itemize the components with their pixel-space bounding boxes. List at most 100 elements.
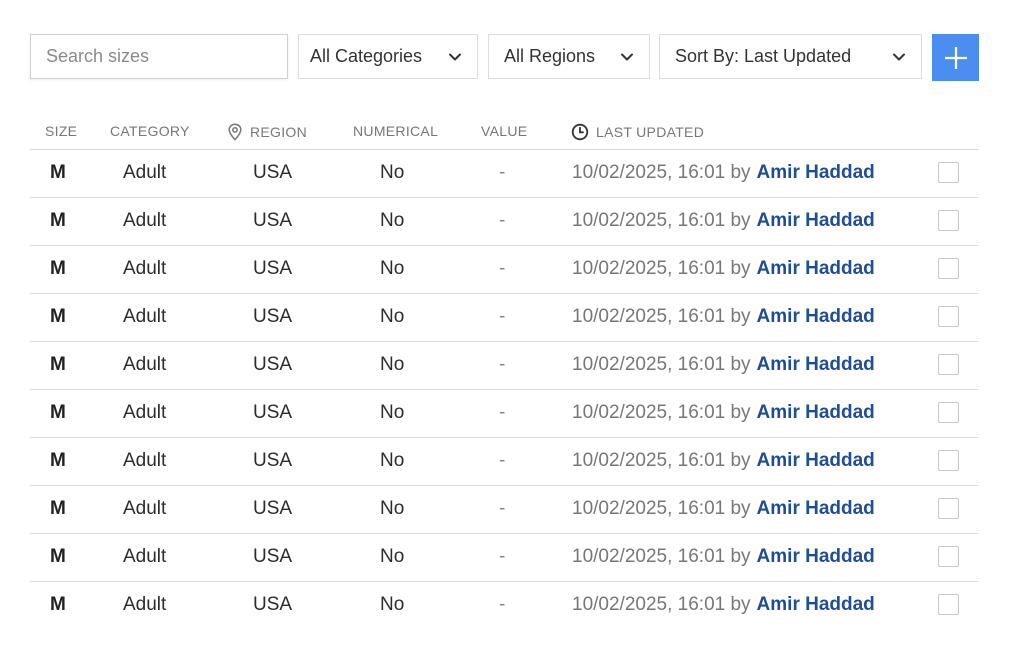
row-checkbox[interactable] — [938, 498, 959, 519]
updated-by-user-link[interactable]: Amir Haddad — [757, 450, 875, 471]
add-size-button[interactable] — [932, 34, 979, 81]
category-cell: Adult — [123, 258, 167, 279]
category-cell: Adult — [123, 498, 167, 519]
header-last-updated[interactable]: LAST UPDATED — [571, 123, 704, 141]
header-region-label: REGION — [250, 124, 308, 140]
size-cell: M — [50, 402, 66, 423]
row-checkbox[interactable] — [938, 258, 959, 279]
region-cell: USA — [253, 306, 293, 327]
region-cell: USA — [253, 162, 293, 183]
value-cell: - — [499, 210, 506, 231]
table-row[interactable]: M Adult USA No - 10/02/2025, 16:01 by Ami… — [30, 246, 979, 294]
size-cell: M — [50, 498, 66, 519]
table-row[interactable]: M Adult USA No - 10/02/2025, 16:01 by Ami… — [30, 342, 979, 390]
region-cell: USA — [253, 594, 293, 615]
region-cell: USA — [253, 450, 293, 471]
last-updated-cell: 10/02/2025, 16:01 by Amir Haddad — [572, 162, 875, 184]
table-row[interactable]: M Adult USA No - 10/02/2025, 16:01 by Ami… — [30, 486, 979, 534]
updated-by-user-link[interactable]: Amir Haddad — [757, 594, 875, 615]
numerical-cell: No — [380, 162, 405, 183]
row-checkbox[interactable] — [938, 402, 959, 423]
updated-by-user-link[interactable]: Amir Haddad — [757, 210, 875, 231]
updated-timestamp: 10/02/2025, 16:01 by — [572, 594, 751, 615]
numerical-cell: No — [380, 546, 405, 567]
table-row[interactable]: M Adult USA No - 10/02/2025, 16:01 by Ami… — [30, 198, 979, 246]
value-cell: - — [499, 450, 506, 471]
search-input[interactable] — [31, 34, 280, 79]
table-row[interactable]: M Adult USA No - 10/02/2025, 16:01 by Ami… — [30, 582, 979, 629]
updated-by-user-link[interactable]: Amir Haddad — [757, 162, 875, 183]
updated-by-user-link[interactable]: Amir Haddad — [757, 546, 875, 567]
category-cell: Adult — [123, 546, 167, 567]
header-value[interactable]: VALUE — [481, 123, 527, 139]
row-checkbox[interactable] — [938, 546, 959, 567]
category-cell: Adult — [123, 594, 167, 615]
row-checkbox[interactable] — [938, 162, 959, 183]
header-region[interactable]: REGION — [227, 123, 307, 141]
table-body: M Adult USA No - 10/02/2025, 16:01 by Ami… — [30, 150, 979, 629]
table-header: SIZE CATEGORY REGION NUMERICAL VALUE LAS… — [30, 112, 979, 150]
updated-timestamp: 10/02/2025, 16:01 by — [572, 450, 751, 471]
header-last-updated-label: LAST UPDATED — [596, 124, 705, 140]
header-size[interactable]: SIZE — [45, 123, 77, 139]
updated-by-user-link[interactable]: Amir Haddad — [757, 306, 875, 327]
updated-timestamp: 10/02/2025, 16:01 by — [572, 258, 751, 279]
table-row[interactable]: M Adult USA No - 10/02/2025, 16:01 by Ami… — [30, 534, 979, 582]
row-checkbox[interactable] — [938, 354, 959, 375]
category-cell: Adult — [123, 354, 167, 375]
updated-timestamp: 10/02/2025, 16:01 by — [572, 210, 751, 231]
plus-icon — [944, 46, 967, 69]
last-updated-cell: 10/02/2025, 16:01 by Amir Haddad — [572, 450, 875, 472]
updated-by-user-link[interactable]: Amir Haddad — [757, 498, 875, 519]
table-row[interactable]: M Adult USA No - 10/02/2025, 16:01 by Ami… — [30, 390, 979, 438]
row-checkbox[interactable] — [938, 594, 959, 615]
size-cell: M — [50, 546, 66, 567]
updated-by-user-link[interactable]: Amir Haddad — [757, 258, 875, 279]
sort-label: Sort By: Last Updated — [675, 46, 852, 66]
updated-by-user-link[interactable]: Amir Haddad — [757, 354, 875, 375]
row-checkbox[interactable] — [938, 450, 959, 471]
category-cell: Adult — [123, 450, 167, 471]
last-updated-cell: 10/02/2025, 16:01 by Amir Haddad — [572, 498, 875, 520]
value-cell: - — [499, 354, 506, 375]
row-checkbox[interactable] — [938, 306, 959, 327]
value-cell: - — [499, 594, 506, 615]
category-filter-dropdown[interactable]: All Categories — [298, 34, 478, 79]
header-value-label: VALUE — [481, 123, 528, 139]
row-checkbox[interactable] — [938, 210, 959, 231]
search-box[interactable] — [30, 34, 288, 79]
table-row[interactable]: M Adult USA No - 10/02/2025, 16:01 by Ami… — [30, 294, 979, 342]
sizes-table: SIZE CATEGORY REGION NUMERICAL VALUE LAS… — [30, 112, 979, 629]
updated-timestamp: 10/02/2025, 16:01 by — [572, 354, 751, 375]
table-row[interactable]: M Adult USA No - 10/02/2025, 16:01 by Ami… — [30, 150, 979, 198]
region-cell: USA — [253, 210, 293, 231]
region-cell: USA — [253, 402, 293, 423]
header-category-label: CATEGORY — [110, 123, 190, 139]
category-cell: Adult — [123, 306, 167, 327]
updated-timestamp: 10/02/2025, 16:01 by — [572, 162, 751, 183]
header-numerical[interactable]: NUMERICAL — [353, 123, 438, 139]
region-cell: USA — [253, 498, 293, 519]
region-cell: USA — [253, 258, 293, 279]
sort-dropdown[interactable]: Sort By: Last Updated — [659, 34, 922, 79]
chevron-down-icon — [449, 53, 461, 60]
region-filter-label: All Regions — [504, 46, 596, 66]
region-filter-dropdown[interactable]: All Regions — [488, 34, 650, 79]
chevron-down-icon — [893, 53, 905, 60]
last-updated-cell: 10/02/2025, 16:01 by Amir Haddad — [572, 258, 875, 280]
numerical-cell: No — [380, 306, 405, 327]
size-cell: M — [50, 354, 66, 375]
header-category[interactable]: CATEGORY — [110, 123, 190, 139]
category-filter-label: All Categories — [310, 46, 423, 66]
size-cell: M — [50, 258, 66, 279]
numerical-cell: No — [380, 498, 405, 519]
last-updated-cell: 10/02/2025, 16:01 by Amir Haddad — [572, 306, 875, 328]
header-numerical-label: NUMERICAL — [353, 123, 439, 139]
numerical-cell: No — [380, 210, 405, 231]
numerical-cell: No — [380, 354, 405, 375]
updated-by-user-link[interactable]: Amir Haddad — [757, 402, 875, 423]
table-row[interactable]: M Adult USA No - 10/02/2025, 16:01 by Ami… — [30, 438, 979, 486]
location-pin-icon — [228, 123, 242, 141]
size-cell: M — [50, 162, 66, 183]
size-cell: M — [50, 210, 66, 231]
